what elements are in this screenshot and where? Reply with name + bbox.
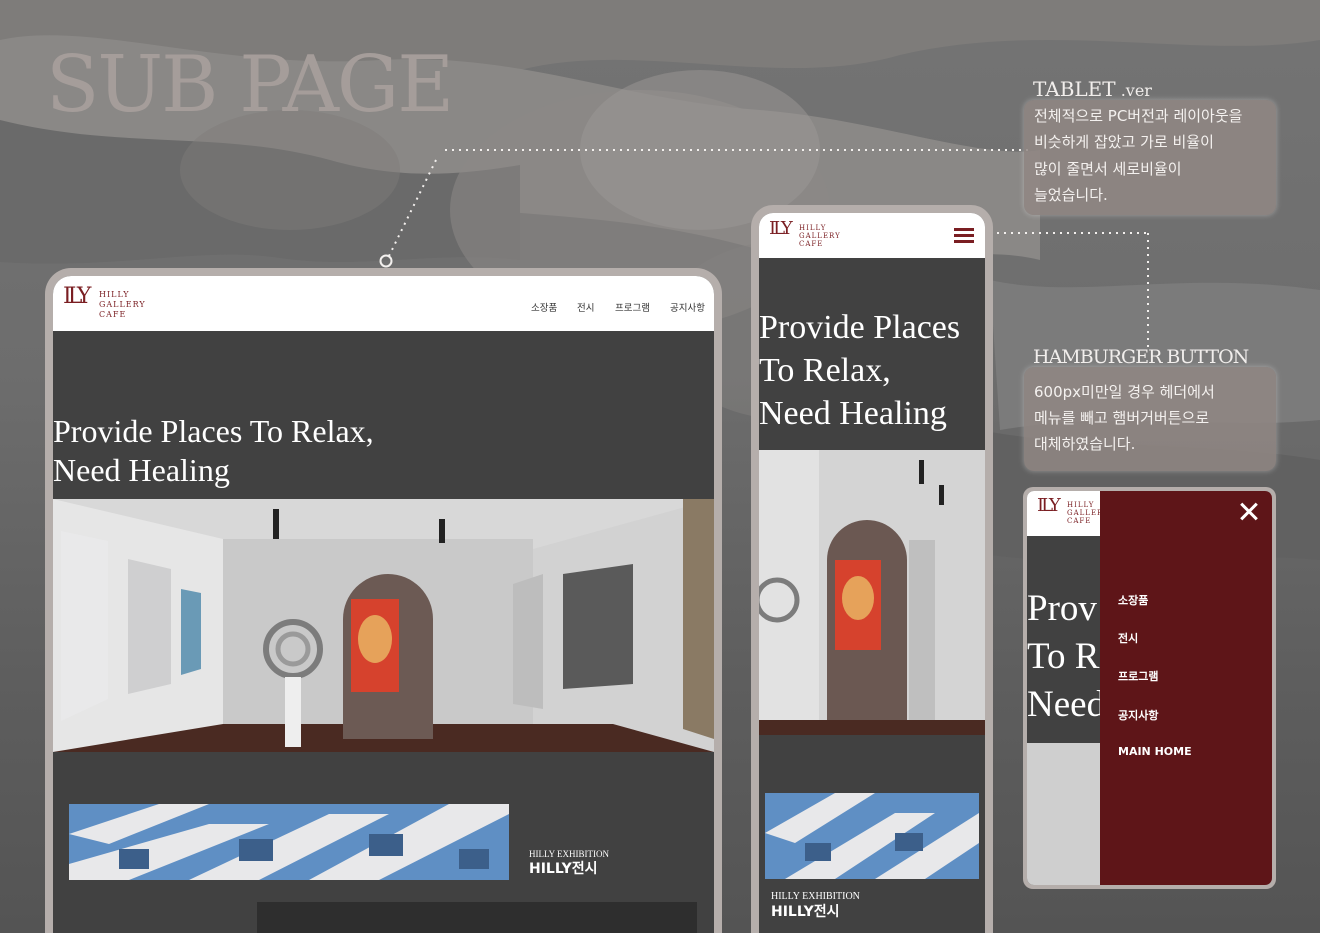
hamburger-callout-line-1: 600px미만일 경우 헤더에서	[1034, 383, 1215, 401]
nav-item-collection[interactable]: 소장품	[531, 300, 557, 314]
menu-item-exhibition[interactable]: 전시	[1118, 630, 1138, 646]
tablet-gallery-photo	[53, 499, 714, 752]
mobile-exhibition-sub: HILLY EXHIBITION	[771, 891, 860, 902]
mobile-header: ILY HILLY GALLERY CAFE	[759, 213, 985, 258]
menu-item-notice[interactable]: 공지사항	[1118, 707, 1158, 723]
hamburger-icon[interactable]	[954, 228, 974, 244]
mobile-hero-line-1: Provide Places	[759, 309, 961, 346]
tablet-callout-line-2: 비슷하게 잡았고 가로 비율이	[1034, 133, 1214, 151]
close-icon[interactable]	[1239, 502, 1259, 522]
nav-item-program[interactable]: 프로그램	[615, 300, 650, 314]
mobile-menu-screen: ILY HILLY GALLERY CAFE Prov To R Need 소장…	[1027, 491, 1272, 885]
tablet-exhibition-sub: HILLY EXHIBITION	[529, 849, 609, 859]
logo-line-hilly: HILLY	[799, 224, 827, 232]
tablet-exhibition-title[interactable]: HILLY전시	[529, 862, 598, 876]
tablet-callout-title: TABLET .ver	[1033, 79, 1152, 99]
logo-mark: ILY	[1037, 495, 1061, 516]
hamburger-callout-title: HAMBURGER BUTTON	[1033, 346, 1249, 368]
tablet-callout-line-3: 많이 줄면서 세로비율이	[1034, 160, 1182, 178]
hamburger-callout-line-3: 대체하였습니다.	[1034, 435, 1136, 453]
logo-line-gallery: GALLERY	[799, 232, 841, 240]
tablet-hero-line-2: Need Healing	[53, 452, 230, 488]
logo-line-hilly: HILLY	[99, 290, 130, 299]
mobile-menu-panel: 소장품 전시 프로그램 공지사항 MAIN HOME	[1100, 491, 1272, 885]
mobile-exhibition-image[interactable]	[765, 793, 979, 879]
logo-line-hilly: HILLY	[1067, 501, 1095, 509]
mobile-exhibition-title[interactable]: HILLY전시	[771, 905, 840, 919]
tablet-callout-title-suffix: .ver	[1115, 81, 1152, 100]
nav-item-notice[interactable]: 공지사항	[670, 300, 705, 314]
menu-item-collection[interactable]: 소장품	[1118, 592, 1148, 608]
hamburger-callout-line-2: 메뉴를 빼고 햄버거버튼으로	[1034, 409, 1210, 427]
mobile-hero-line-3: Need Healing	[759, 395, 947, 432]
menu-screen-hero-line-1: Prov	[1027, 588, 1097, 629]
tablet-screen: ILY HILLY GALLERY CAFE 소장품 전시 프로그램 공지사항 …	[53, 276, 714, 933]
page-title: SUB PAGE	[46, 40, 454, 130]
tablet-exhibition-image[interactable]	[69, 804, 509, 880]
menu-item-program[interactable]: 프로그램	[1118, 668, 1158, 684]
tablet-hero-line-1: Provide Places To Relax,	[53, 413, 374, 449]
tablet-next-section-image	[257, 902, 697, 933]
tablet-logo[interactable]: ILY HILLY GALLERY CAFE	[63, 282, 173, 326]
menu-screen-hero-line-3: Need	[1027, 684, 1106, 725]
mobile-device-frame: ILY HILLY GALLERY CAFE Provide Places To…	[751, 205, 993, 933]
logo-line-cafe: CAFE	[799, 240, 824, 248]
logo-line-cafe: CAFE	[1067, 517, 1092, 525]
logo-mark: ILY	[769, 218, 793, 239]
tablet-callout-line-1: 전체적으로 PC버전과 레이아웃을	[1034, 107, 1243, 125]
mobile-hero-line-2: To Relax,	[759, 352, 891, 389]
menu-item-main-home[interactable]: MAIN HOME	[1118, 745, 1192, 758]
logo-line-gallery: GALLERY	[99, 300, 146, 309]
tablet-device-frame: ILY HILLY GALLERY CAFE 소장품 전시 프로그램 공지사항 …	[45, 268, 722, 933]
menu-screen-hero-line-2: To R	[1027, 636, 1100, 677]
tablet-header: ILY HILLY GALLERY CAFE 소장품 전시 프로그램 공지사항	[53, 276, 714, 331]
mobile-logo[interactable]: ILY HILLY GALLERY CAFE	[769, 218, 869, 254]
logo-line-cafe: CAFE	[99, 310, 127, 319]
mobile-gallery-photo	[759, 450, 985, 735]
nav-item-exhibition[interactable]: 전시	[577, 300, 594, 314]
tablet-callout-title-main: TABLET	[1033, 77, 1116, 101]
logo-mark: ILY	[63, 284, 91, 309]
mobile-screen: ILY HILLY GALLERY CAFE Provide Places To…	[759, 213, 985, 933]
mobile-menu-frame: ILY HILLY GALLERY CAFE Prov To R Need 소장…	[1023, 487, 1276, 889]
tablet-callout-line-4: 늘었습니다.	[1034, 186, 1108, 204]
